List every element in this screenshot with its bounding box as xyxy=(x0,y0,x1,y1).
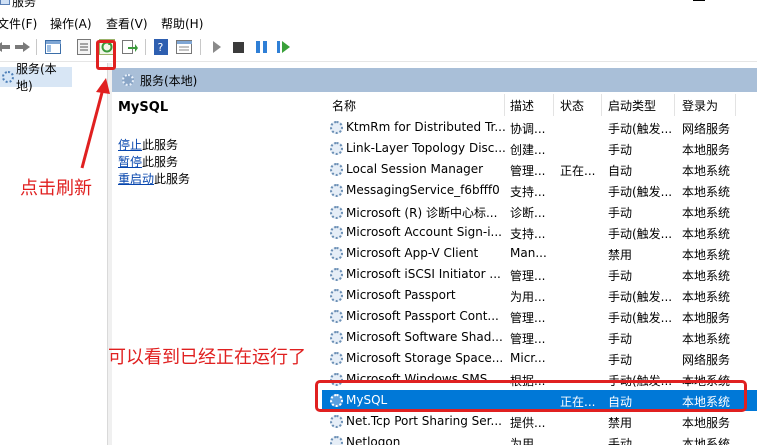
annotation-arrow xyxy=(80,78,110,169)
annotation-running-note: 可以看到已经正在运行了 xyxy=(108,347,306,368)
annotation-refresh-note: 点击刷新 xyxy=(20,178,92,199)
